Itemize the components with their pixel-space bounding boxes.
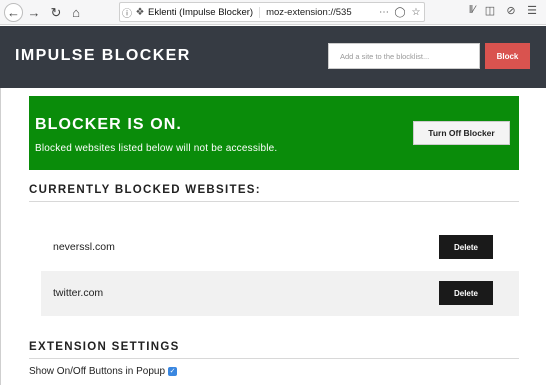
add-site-input[interactable]: [328, 43, 480, 69]
info-icon[interactable]: ⓘ: [120, 5, 134, 20]
turn-off-blocker-button[interactable]: Turn Off Blocker: [413, 121, 510, 145]
page-edge-divider: [0, 88, 1, 385]
blocked-site-name: neverssl.com: [53, 241, 115, 253]
status-title: BLOCKER IS ON.: [35, 116, 182, 133]
blocked-site-name: twitter.com: [53, 287, 104, 299]
menu-icon[interactable]: ☰: [525, 4, 539, 20]
reload-icon[interactable]: ↻: [48, 3, 64, 22]
url-bar[interactable]: ⓘ ❖ Eklenti (Impulse Blocker) moz-extens…: [119, 2, 425, 22]
extension-puzzle-icon: ❖: [135, 6, 145, 18]
pocket-icon[interactable]: ◯: [392, 7, 408, 18]
show-buttons-label: Show On/Off Buttons in Popup: [29, 366, 166, 377]
app-title: IMPULSE BLOCKER: [15, 47, 191, 64]
section-divider: [29, 358, 519, 359]
blocked-sites-heading: CURRENTLY BLOCKED WEBSITES:: [29, 184, 261, 196]
status-banner: BLOCKER IS ON. Blocked websites listed b…: [29, 96, 519, 170]
browser-toolbar: ← → ↻ ⌂ ⓘ ❖ Eklenti (Impulse Blocker) mo…: [0, 0, 546, 25]
block-button[interactable]: Block: [485, 43, 530, 69]
blocked-site-row: twitter.com Delete: [41, 271, 519, 316]
extension-settings-heading: EXTENSION SETTINGS: [29, 341, 180, 353]
show-buttons-checkbox[interactable]: ✓: [168, 367, 178, 376]
sidebar-icon[interactable]: ◫: [483, 4, 497, 20]
home-icon[interactable]: ⌂: [68, 3, 84, 22]
delete-site-button[interactable]: Delete: [439, 281, 493, 305]
blocked-circle-icon[interactable]: ⊘: [504, 4, 518, 20]
status-description: Blocked websites listed below will not b…: [35, 143, 278, 154]
page-actions-icon[interactable]: ⋯: [376, 7, 392, 18]
blocked-site-row: neverssl.com Delete: [41, 225, 519, 270]
url-text[interactable]: moz-extension://535: [260, 7, 376, 18]
delete-site-button[interactable]: Delete: [439, 235, 493, 259]
library-icon[interactable]: ‖⁄: [465, 4, 479, 20]
section-divider: [29, 201, 519, 202]
back-arrow-icon[interactable]: ←: [4, 3, 23, 22]
extension-identity-label: Eklenti (Impulse Blocker): [146, 6, 261, 18]
show-buttons-setting: Show On/Off Buttons in Popup ✓: [29, 366, 178, 377]
bookmark-star-icon[interactable]: ☆: [408, 7, 424, 18]
forward-arrow-icon[interactable]: →: [26, 3, 42, 22]
